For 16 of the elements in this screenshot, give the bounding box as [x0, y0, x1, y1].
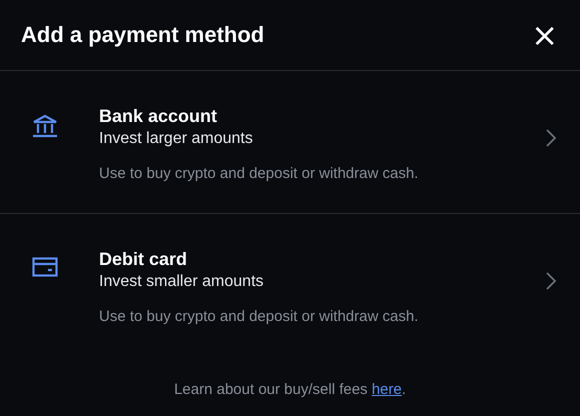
- payment-option[interactable]: Bank account Invest larger amounts Use to buy crypto and deposit or withdraw cash.: [0, 71, 580, 214]
- chevron-icon: [546, 129, 556, 147]
- payment-option[interactable]: Debit card Invest smaller amounts Use to buy crypto and deposit or withdraw cash.: [0, 214, 580, 357]
- option-title: Bank account: [99, 105, 218, 128]
- option-description: Use to buy crypto and deposit or withdraw cash.: [99, 164, 420, 184]
- fees-note: Learn about our buy/sell fees here.: [173, 381, 407, 398]
- option-description: Use to buy crypto and deposit or withdraw cash.: [99, 307, 420, 327]
- card-icon: [32, 257, 58, 277]
- option-subtitle: Invest larger amounts: [99, 129, 254, 149]
- close-button[interactable]: ×: [529, 19, 560, 51]
- option-title: Debit card: [99, 248, 188, 271]
- here-link[interactable]: here: [372, 381, 402, 398]
- dialog-title: Add a payment method: [21, 22, 264, 48]
- option-subtitle: Invest smaller amounts: [99, 272, 265, 292]
- bank-icon: [32, 114, 58, 138]
- chevron-icon: [546, 272, 556, 290]
